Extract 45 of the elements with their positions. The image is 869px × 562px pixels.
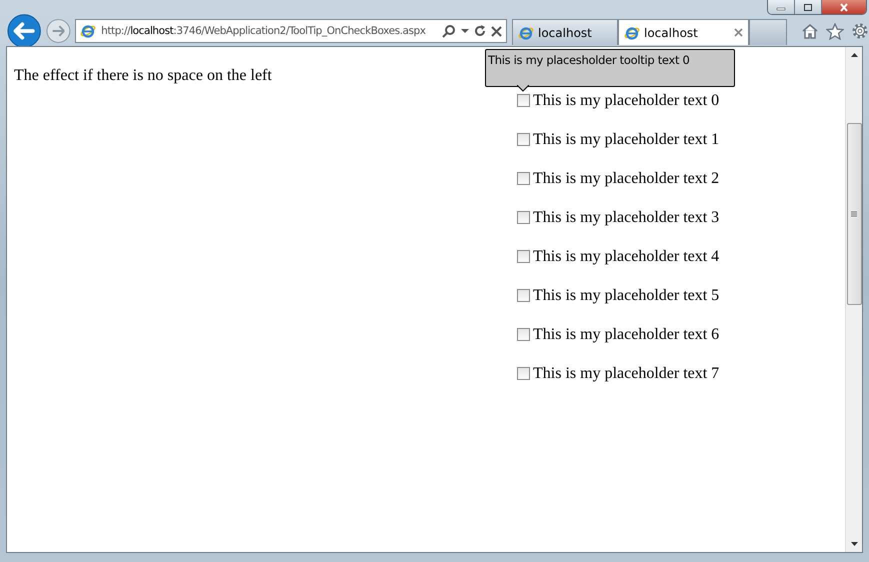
address-bar[interactable]: http://localhost:3746/WebApplication2/ToolTip_OnCheckBoxes.aspx: [75, 19, 507, 43]
checkbox-label: This is my placeholder text 3: [533, 208, 720, 226]
checkbox[interactable]: [517, 211, 530, 224]
checkbox-label: This is my placeholder text 1: [533, 130, 720, 148]
close-button[interactable]: [822, 0, 866, 14]
checkbox[interactable]: [517, 328, 530, 341]
browser-tab[interactable]: localhost: [512, 19, 618, 45]
maximize-icon: [803, 2, 813, 12]
close-icon[interactable]: [491, 26, 502, 36]
scrollbar[interactable]: [845, 47, 862, 552]
browser-logo-icon: [80, 23, 96, 39]
scroll-up-icon[interactable]: [850, 53, 858, 57]
browser-logo-icon: [624, 24, 640, 40]
forward-button[interactable]: [46, 18, 72, 44]
scroll-thumb[interactable]: [846, 123, 862, 305]
maximize-button[interactable]: [795, 0, 822, 14]
checkbox-label: This is my placeholder text 6: [533, 326, 720, 344]
dropdown-icon[interactable]: [461, 28, 469, 34]
page-heading: The effect if there is no space on the left: [14, 67, 273, 85]
browser-tab[interactable]: localhost: [618, 19, 749, 45]
checkbox-label: This is my placeholder text 5: [533, 286, 720, 304]
refresh-icon[interactable]: [474, 25, 486, 37]
back-button[interactable]: [7, 13, 42, 49]
close-tab-icon[interactable]: [734, 28, 743, 37]
url-text: http://localhost:3746/WebApplication2/ToolTip_OnCheckBoxes.aspx: [101, 25, 427, 37]
checkbox-label: This is my placeholder text 2: [533, 170, 720, 188]
checkbox-label: This is my placeholder text 7: [533, 364, 720, 382]
checkbox[interactable]: [517, 289, 530, 302]
search-icon[interactable]: [442, 24, 456, 38]
checkbox[interactable]: [517, 172, 530, 185]
checkbox[interactable]: [517, 367, 530, 380]
home-icon[interactable]: [801, 23, 819, 39]
settings-icon[interactable]: [851, 22, 869, 40]
close-icon: [839, 2, 849, 12]
checkbox-label: This is my placeholder text 0: [533, 92, 720, 110]
minimize-button[interactable]: [768, 0, 795, 14]
checkbox[interactable]: [517, 250, 530, 263]
browser-logo-icon: [518, 24, 534, 40]
checkbox-label: This is my placeholder text 4: [533, 248, 720, 266]
checkbox[interactable]: [517, 94, 530, 107]
checkbox[interactable]: [517, 133, 530, 146]
star-icon[interactable]: [826, 22, 844, 40]
tooltip-text: This is my placesholder tooltip text 0: [488, 53, 691, 67]
new-tab-button[interactable]: [749, 19, 787, 45]
scroll-down-icon[interactable]: [850, 542, 858, 546]
